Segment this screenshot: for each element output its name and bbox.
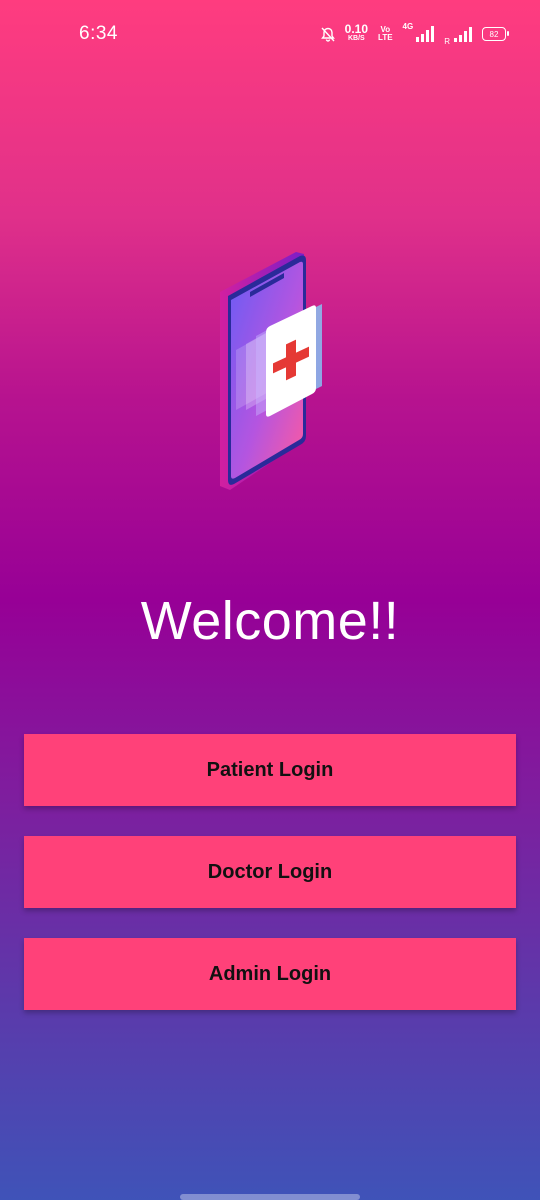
home-indicator[interactable]	[180, 1194, 360, 1200]
net-speed-value: 0.10	[344, 22, 369, 36]
patient-login-button[interactable]: Patient Login	[24, 734, 516, 806]
medical-phone-icon	[200, 240, 340, 500]
net-speed-unit: KB/S	[347, 35, 365, 42]
status-time: 6:34	[79, 23, 118, 44]
status-bar: 6:34 0.10 KB/S Vo LTE 4G R 82	[0, 0, 540, 70]
roaming-label: R	[444, 37, 450, 46]
status-icons: 0.10 KB/S Vo LTE 4G R 82	[320, 22, 509, 46]
battery-level: 82	[489, 29, 499, 39]
admin-login-button[interactable]: Admin Login	[24, 938, 516, 1010]
volte-indicator: Vo LTE	[378, 26, 393, 42]
signal-icon-2	[454, 26, 472, 42]
welcome-heading: Welcome!!	[140, 591, 400, 651]
network-type: 4G	[402, 22, 414, 31]
doctor-login-button[interactable]: Doctor Login	[24, 836, 516, 908]
volte-bottom: LTE	[378, 33, 393, 42]
net-speed-indicator: 0.10 KB/S	[344, 22, 369, 43]
signal-icon	[416, 26, 435, 42]
mute-bell-icon	[320, 27, 335, 42]
battery-icon: 82	[482, 27, 509, 41]
